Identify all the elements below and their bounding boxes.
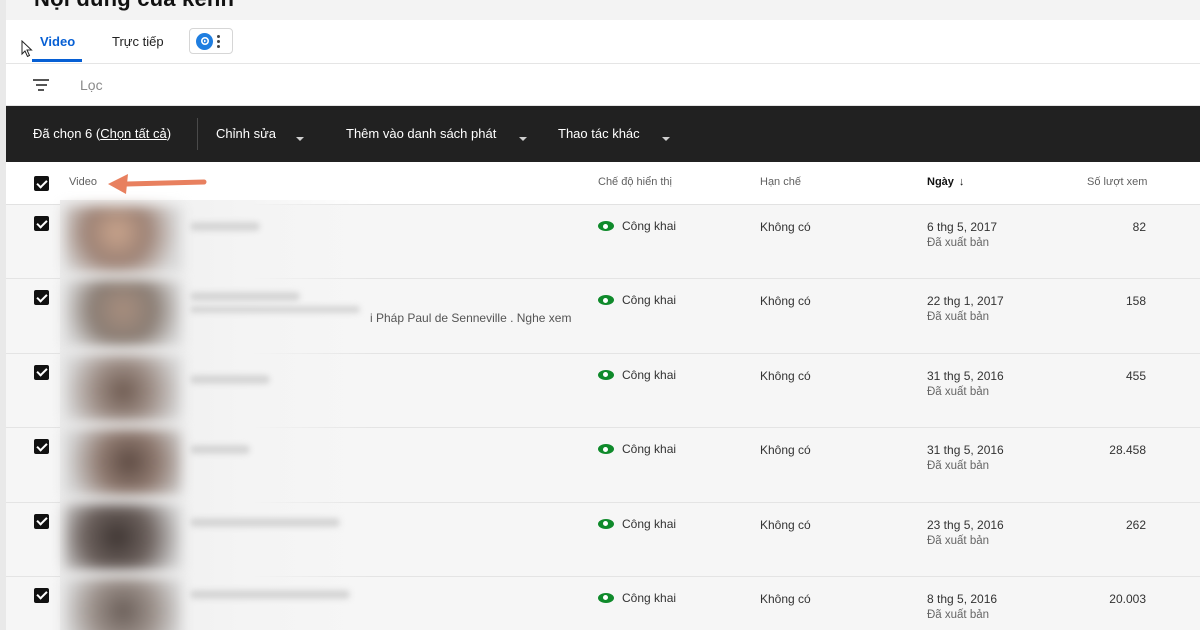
- edit-dropdown[interactable]: Chỉnh sửa: [216, 126, 276, 141]
- views-cell: 20.003: [1109, 591, 1146, 606]
- visibility-label: Công khai: [622, 367, 677, 382]
- more-actions-dropdown[interactable]: Thao tác khác: [558, 126, 640, 141]
- eye-icon: [598, 518, 614, 529]
- video-thumbnail[interactable]: [64, 504, 182, 570]
- video-thumbnail[interactable]: [64, 578, 182, 630]
- video-description: i Pháp Paul de Senneville . Nghe xem: [370, 311, 572, 326]
- visibility-label: Công khai: [622, 219, 677, 233]
- selected-count-prefix: Đã chọn 6 (: [33, 126, 101, 141]
- mouse-cursor-icon: [21, 40, 33, 58]
- filter-bar: Lọc: [6, 64, 1200, 106]
- restrictions-cell: Không có: [760, 294, 811, 309]
- views-cell: 158: [1125, 294, 1146, 309]
- playlist-caret-icon: [519, 137, 527, 141]
- views-cell: 82: [1132, 220, 1146, 234]
- page-title: Nội dung của kênh: [34, 0, 234, 12]
- tabs-bar: Video Trực tiếp: [6, 20, 1200, 64]
- column-header-visibility[interactable]: Chế độ hiển thị: [598, 176, 672, 188]
- video-thumbnail[interactable]: [64, 206, 182, 272]
- restrictions-cell: Không có: [760, 591, 811, 606]
- column-header-restrictions[interactable]: Hạn chế: [760, 176, 801, 188]
- visibility-label: Công khai: [622, 590, 677, 605]
- date-cell: 31 thg 5, 2016: [927, 368, 1004, 383]
- views-cell: 262: [1125, 517, 1146, 532]
- filter-icon[interactable]: [33, 79, 49, 94]
- video-title-redacted: [190, 518, 340, 527]
- annotation-arrow-icon: [108, 174, 207, 194]
- selected-count: Đã chọn 6 (Chọn tất cả): [33, 126, 171, 141]
- publish-status: Đã xuất bản: [927, 460, 990, 473]
- video-thumbnail[interactable]: [64, 429, 182, 495]
- row-checkbox[interactable]: [34, 290, 49, 306]
- eye-icon: [598, 221, 614, 231]
- visibility-label: Công khai: [622, 293, 677, 308]
- video-title-redacted: [190, 375, 270, 384]
- video-title-redacted: [190, 445, 250, 454]
- row-checkbox[interactable]: [34, 216, 49, 231]
- filter-input[interactable]: Lọc: [80, 77, 103, 93]
- visibility-cell[interactable]: Công khai: [598, 591, 676, 605]
- eye-icon: [598, 295, 614, 306]
- divider: [197, 118, 198, 150]
- tab-video[interactable]: Video: [40, 34, 75, 49]
- restrictions-cell: Không có: [760, 220, 811, 234]
- visibility-cell[interactable]: Công khai: [598, 442, 676, 456]
- publish-status: Đã xuất bản: [927, 311, 990, 324]
- video-title-redacted: [190, 292, 300, 301]
- visibility-label: Công khai: [622, 516, 677, 531]
- date-cell: 6 thg 5, 2017: [927, 220, 998, 234]
- column-header-video: Video: [69, 176, 97, 188]
- publish-status: Đã xuất bản: [927, 237, 990, 249]
- video-thumbnail[interactable]: [64, 280, 182, 346]
- date-cell: 8 thg 5, 2016: [927, 591, 998, 606]
- eye-icon: [598, 369, 614, 380]
- row-checkbox[interactable]: [34, 439, 49, 455]
- bulk-action-bar: Đã chọn 6 (Chọn tất cả) Chỉnh sửa Thêm v…: [6, 106, 1200, 162]
- eye-icon: [598, 444, 614, 455]
- more-actions-caret-icon: [662, 137, 670, 141]
- publish-status: Đã xuất bản: [927, 534, 990, 547]
- video-title-redacted: [190, 306, 360, 313]
- edit-caret-icon: [296, 137, 304, 141]
- tab-video-underline: [32, 59, 82, 62]
- date-cell: 22 thg 1, 2017: [927, 294, 1004, 309]
- visibility-cell[interactable]: Công khai: [598, 368, 676, 382]
- visibility-cell[interactable]: Công khai: [598, 219, 676, 233]
- selected-count-suffix: ): [166, 126, 172, 141]
- row-checkbox[interactable]: [34, 587, 49, 603]
- restrictions-cell: Không có: [760, 443, 811, 458]
- views-cell: 455: [1125, 368, 1146, 383]
- select-all-checkbox[interactable]: [34, 176, 49, 191]
- select-all-link[interactable]: Chọn tất cả: [100, 126, 167, 141]
- redacted-video-column: [60, 200, 376, 630]
- shorts-icon: [196, 32, 213, 50]
- row-checkbox[interactable]: [34, 513, 49, 529]
- restrictions-cell: Không có: [760, 517, 811, 532]
- restrictions-cell: Không có: [760, 368, 811, 383]
- tab-live[interactable]: Trực tiếp: [112, 34, 164, 49]
- column-header-date[interactable]: Ngày ↓: [927, 176, 964, 188]
- visibility-label: Công khai: [622, 442, 677, 457]
- video-title-redacted: [190, 590, 350, 599]
- add-to-playlist-dropdown[interactable]: Thêm vào danh sách phát: [346, 126, 496, 141]
- date-cell: 23 thg 5, 2016: [927, 517, 1004, 532]
- video-title-redacted: [190, 222, 260, 231]
- tab-more-pill[interactable]: [189, 28, 233, 54]
- eye-icon: [598, 592, 614, 603]
- row-checkbox[interactable]: [34, 364, 49, 380]
- column-header-views[interactable]: Số lượt xem: [1087, 176, 1147, 188]
- publish-status: Đã xuất bản: [927, 385, 990, 398]
- column-header-date-label: Ngày: [927, 176, 954, 188]
- visibility-cell[interactable]: Công khai: [598, 293, 676, 307]
- video-thumbnail[interactable]: [64, 355, 182, 421]
- arrow-down-icon: ↓: [958, 176, 965, 188]
- visibility-cell[interactable]: Công khai: [598, 517, 676, 531]
- views-cell: 28.458: [1109, 443, 1146, 458]
- more-vert-icon[interactable]: [217, 34, 220, 48]
- publish-status: Đã xuất bản: [927, 608, 990, 621]
- date-cell: 31 thg 5, 2016: [927, 443, 1004, 458]
